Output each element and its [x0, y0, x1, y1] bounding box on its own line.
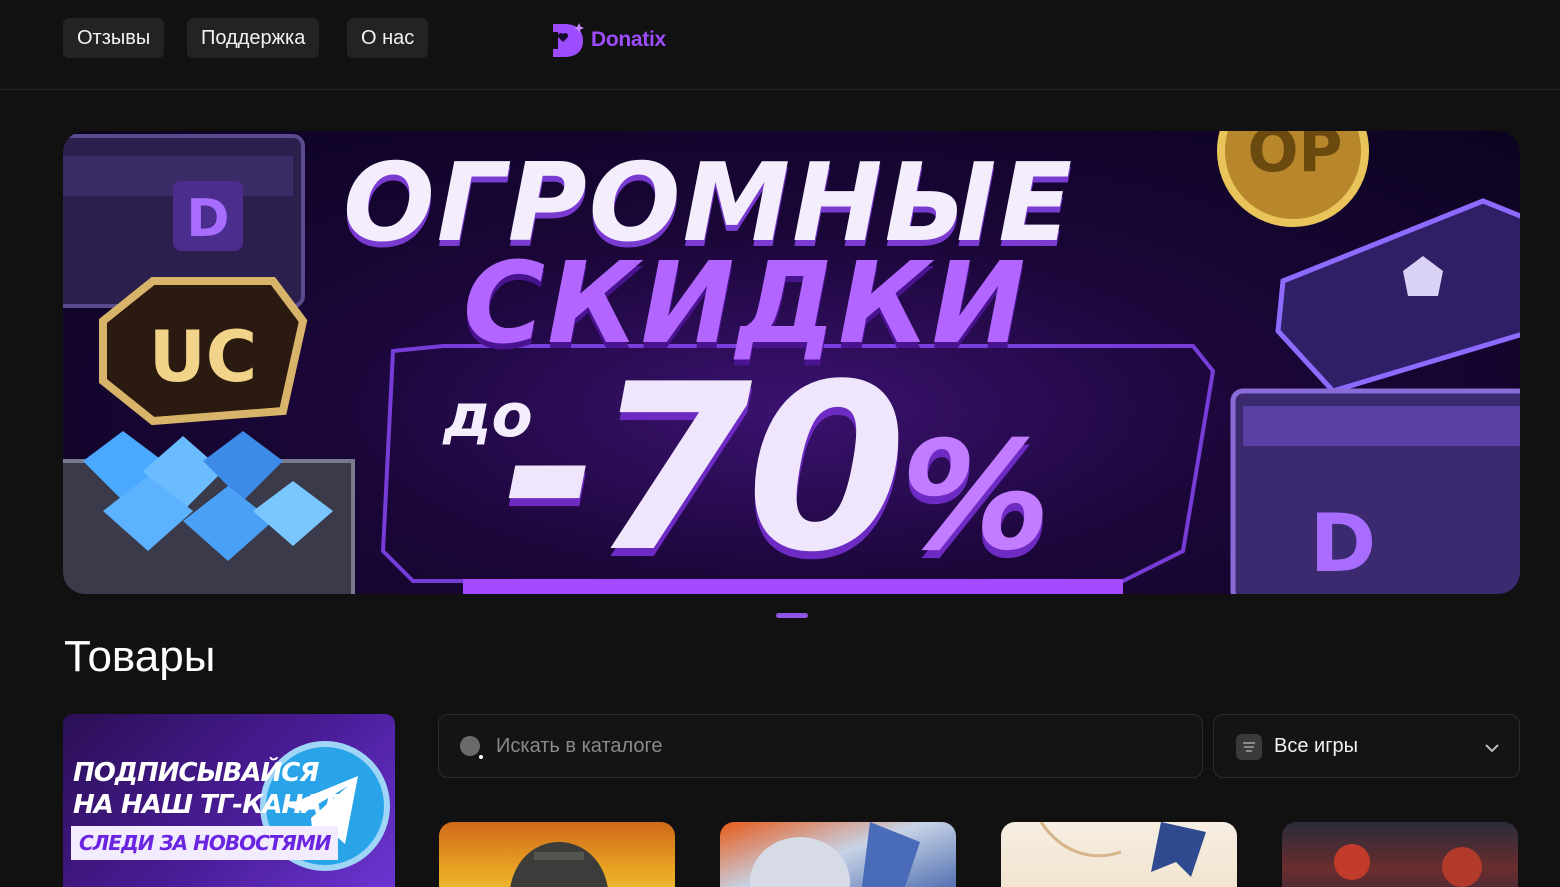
card-right-icon — [1275, 198, 1520, 394]
donatix-logo-icon — [553, 23, 584, 57]
banner-discount: -70% — [503, 336, 1051, 594]
products-title: Товары — [64, 632, 216, 681]
nav-about-button[interactable]: О нас — [347, 18, 429, 58]
telegram-promo-card[interactable]: ПОДПИСЫВАЙСЯ НА НАШ ТГ-КАНАЛ СЛЕДИ ЗА НО… — [63, 714, 395, 887]
carousel-dot-active[interactable] — [776, 613, 808, 618]
promo-line-1: ПОДПИСЫВАЙСЯ — [73, 758, 319, 788]
svg-text:OP: OP — [1248, 131, 1343, 186]
chevron-down-icon — [1485, 744, 1499, 753]
logo-link[interactable]: Donatix — [549, 20, 666, 60]
pubg-helmet-image — [510, 842, 608, 887]
anime-character-image — [1039, 822, 1206, 877]
logo-text: Donatix — [591, 28, 666, 51]
game-card-4[interactable] — [1282, 822, 1518, 887]
catalog-search[interactable] — [438, 714, 1203, 778]
search-input[interactable] — [496, 715, 1186, 777]
svg-text:D: D — [1310, 497, 1376, 590]
svg-text:D: D — [186, 189, 229, 249]
chest-right-icon: D — [1230, 388, 1520, 594]
coin-icon: OP — [1217, 131, 1369, 227]
site-header: Отзывы Поддержка О нас Donatix — [0, 0, 1560, 90]
game-card-pubg[interactable] — [439, 822, 675, 887]
banner-discount-value: -70 — [503, 336, 907, 594]
gems-chest-icon — [63, 431, 355, 594]
promo-line-2: НА НАШ ТГ-КАНАЛ — [73, 790, 343, 820]
filter-selected-value: Все игры — [1274, 735, 1358, 757]
game-card-3[interactable] — [1001, 822, 1237, 887]
promo-banner[interactable]: D UC OP D ОГРОМНЫЕ СКИДКИ до -70% — [63, 131, 1520, 594]
filter-icon — [1236, 734, 1262, 760]
game-card-2[interactable] — [720, 822, 956, 887]
search-icon — [460, 736, 483, 759]
svg-text:UC: UC — [149, 316, 257, 398]
game-filter-select[interactable]: Все игры — [1213, 714, 1520, 778]
uc-badge-icon: UC — [99, 277, 308, 426]
nav-support-button[interactable]: Поддержка — [187, 18, 320, 58]
anime-hero-image — [750, 822, 920, 887]
spiderman-image — [1334, 844, 1482, 887]
promo-tag: СЛЕДИ ЗА НОВОСТЯМИ — [71, 826, 339, 860]
banner-percent: % — [900, 410, 1051, 584]
nav-reviews-button[interactable]: Отзывы — [63, 18, 165, 58]
